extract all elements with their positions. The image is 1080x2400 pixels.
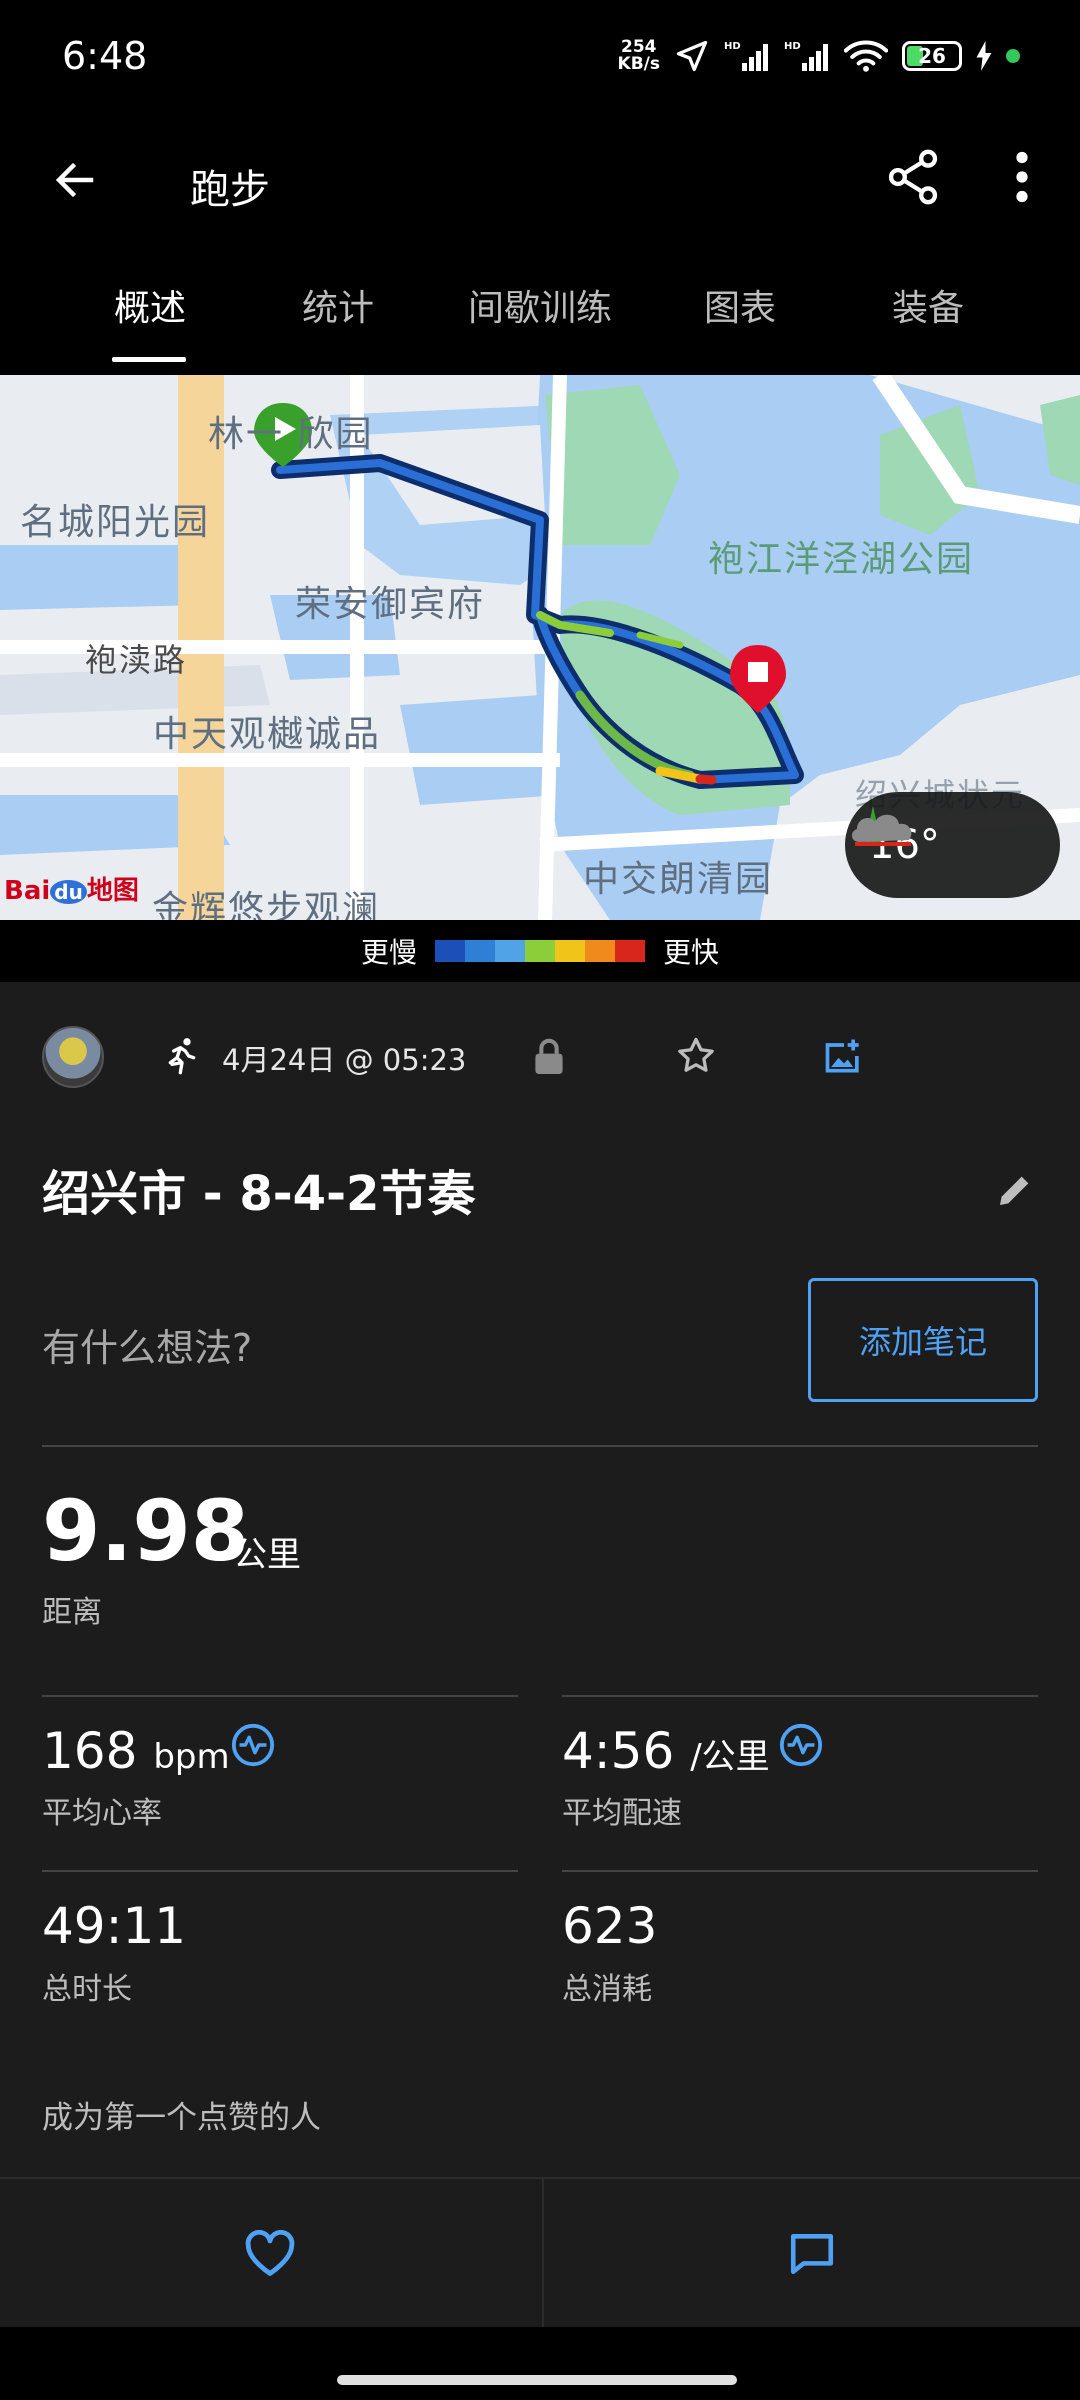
pace-value: 4:56 (562, 1722, 675, 1780)
heart-rate-zones-icon[interactable] (230, 1722, 276, 1768)
share-button[interactable] (875, 139, 951, 215)
svg-text:HD: HD (784, 41, 801, 52)
battery-icon: 26 (902, 41, 962, 71)
activity-title: 绍兴市 - 8-4-2节奏 (42, 1166, 476, 1222)
legend-color-swatch (615, 940, 645, 962)
svg-text:HD: HD (724, 41, 741, 52)
divider (42, 1870, 518, 1872)
distance-unit: 公里 (233, 1535, 301, 1575)
tab-overview[interactable]: 概述 (90, 279, 210, 369)
star-icon[interactable] (674, 1034, 718, 1078)
status-icons: 254 KB/s HD HD 26 (618, 34, 1020, 78)
legend-color-bar (435, 940, 645, 962)
comment-icon (790, 2234, 834, 2274)
legend-slow-label: 更慢 (360, 936, 417, 969)
duration-label: 总时长 (42, 1972, 132, 2007)
edit-icon[interactable] (995, 1170, 1035, 1210)
calories-label: 总消耗 (562, 1972, 652, 2007)
running-icon (168, 1038, 196, 1075)
bottom-action-bar (0, 2177, 1080, 2329)
battery-level: 26 (902, 41, 962, 71)
map-label-zhongjiao: 中交朗清园 (583, 859, 774, 900)
heart-rate-stat: 168 bpm (42, 1722, 230, 1780)
activity-overview: 4月24日 @ 05:23 绍兴市 - 8-4-2节奏 有什么想法? 添加笔记 … (0, 982, 1080, 2177)
pace-stat: 4:56 /公里 (562, 1722, 770, 1780)
comment-button[interactable] (542, 2179, 1080, 2329)
legend-color-swatch (585, 940, 615, 962)
charging-icon (976, 41, 992, 71)
pace-unit: /公里 (690, 1737, 770, 1777)
privacy-indicator-icon (1006, 49, 1020, 63)
pace-zones-icon[interactable] (778, 1722, 824, 1768)
pace-label: 平均配速 (562, 1796, 682, 1831)
activity-meta: 4月24日 @ 05:23 (42, 1022, 1042, 1092)
calories-value: 623 (562, 1897, 658, 1955)
map-provider-logo-suffix: 地图 (86, 876, 139, 906)
weather-badge[interactable]: 16° (845, 792, 1060, 898)
activity-date: 4月24日 @ 05:23 (222, 1043, 467, 1077)
tab-gear[interactable]: 装备 (868, 279, 988, 369)
back-button[interactable] (40, 145, 110, 215)
map-label-zhongtian: 中天观樾诚品 (153, 714, 382, 755)
more-options-button[interactable] (990, 139, 1054, 215)
heart-rate-label: 平均心率 (42, 1796, 162, 1831)
map-provider-logo-du: du (50, 880, 87, 904)
legend-color-swatch (435, 940, 465, 962)
heart-icon (245, 2230, 295, 2276)
arrow-left-icon (55, 162, 94, 198)
signal-icon: HD (724, 41, 768, 71)
lock-icon[interactable] (532, 1038, 566, 1076)
map-label-park: 袍江洋泾湖公园 (708, 539, 975, 580)
legend-color-swatch (495, 940, 525, 962)
legend-color-swatch (555, 940, 585, 962)
status-time: 6:48 (62, 34, 148, 78)
tab-stats[interactable]: 统计 (278, 279, 398, 369)
page-title: 跑步 (190, 167, 270, 213)
signal-icon-2: HD (784, 41, 828, 71)
tab-bar: 概述 统计 间歇训练 图表 装备 (0, 255, 1080, 375)
map-label-paodu-road: 袍渎路 (85, 641, 188, 679)
divider (562, 1695, 1038, 1697)
divider (42, 1695, 518, 1697)
divider (562, 1870, 1038, 1872)
location-arrow-icon (676, 40, 708, 72)
tab-charts[interactable]: 图表 (680, 279, 800, 369)
duration-value: 49:11 (42, 1897, 187, 1955)
map-label-rongan: 荣安御宾府 (295, 584, 486, 625)
divider (42, 1445, 1038, 1447)
legend-color-swatch (465, 940, 495, 962)
tab-intervals[interactable]: 间歇训练 (450, 279, 630, 369)
legend-color-swatch (525, 940, 555, 962)
add-note-button[interactable]: 添加笔记 (808, 1278, 1038, 1402)
status-bar: 6:48 254 KB/s HD HD 26 (0, 0, 1080, 115)
heart-rate-value: 168 (42, 1722, 138, 1780)
map-provider-logo: Bai du 地图 (4, 870, 139, 907)
distance-value: 9.98 (42, 1482, 250, 1580)
system-nav-bar (0, 2327, 1080, 2400)
likes-text[interactable]: 成为第一个点赞的人 (42, 2092, 321, 2137)
pace-legend: 更慢 更快 (0, 920, 1080, 982)
distance-label: 距离 (42, 1595, 102, 1630)
route-map[interactable]: 林一 欣园 名城阳光园 袍江洋泾湖公园 荣安御宾府 袍渎路 中天观樾诚品 绍兴城… (0, 375, 1080, 920)
legend-fast-label: 更快 (663, 936, 720, 969)
tab-indicator (112, 357, 186, 362)
map-label-linyi: 林一 欣园 (208, 414, 374, 455)
net-speed: 254 KB/s (618, 39, 660, 73)
notes-prompt[interactable]: 有什么想法? (42, 1317, 252, 1372)
share-icon (888, 149, 938, 205)
heart-rate-unit: bpm (153, 1737, 230, 1777)
home-indicator[interactable] (337, 2375, 737, 2385)
net-speed-unit: KB/s (617, 54, 660, 74)
add-photo-icon[interactable] (822, 1034, 866, 1078)
wifi-icon (844, 40, 888, 72)
map-provider-logo-bai: Bai (4, 876, 51, 906)
like-button[interactable] (0, 2179, 540, 2329)
app-bar: 跑步 (0, 115, 1080, 255)
map-label-jinhui: 金辉悠步观澜 (152, 889, 381, 920)
map-label-mingcheng: 名城阳光园 (20, 502, 211, 543)
cloud-night-icon (851, 806, 912, 846)
avatar[interactable] (42, 1026, 104, 1088)
more-vertical-icon (1016, 151, 1028, 203)
